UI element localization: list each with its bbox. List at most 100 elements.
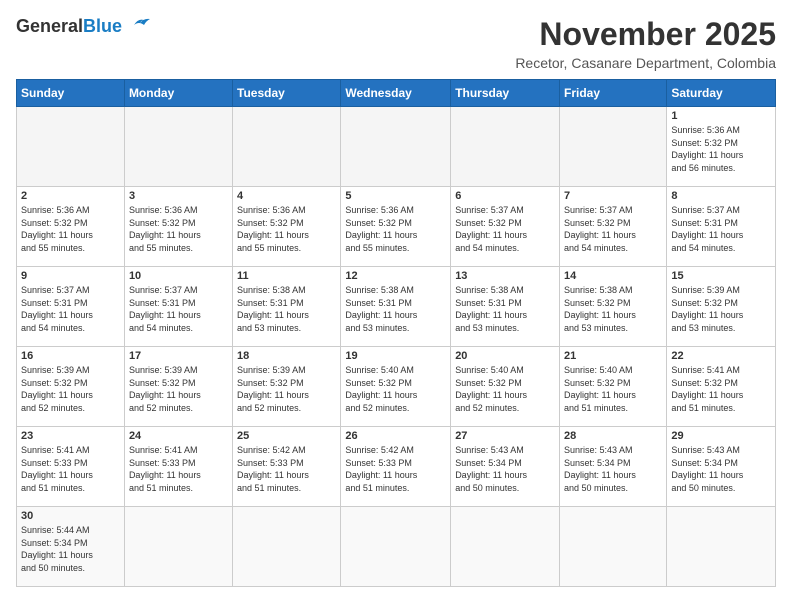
day-number: 28 [564, 430, 662, 442]
header: GeneralBlue November 2025 Recetor, Casan… [16, 16, 776, 71]
day-number: 3 [129, 190, 228, 202]
day-number: 4 [237, 190, 336, 202]
day-info: Sunrise: 5:38 AM Sunset: 5:32 PM Dayligh… [564, 284, 662, 334]
day-number: 30 [21, 510, 120, 522]
day-info: Sunrise: 5:43 AM Sunset: 5:34 PM Dayligh… [455, 444, 555, 494]
days-of-week-row: SundayMondayTuesdayWednesdayThursdayFrid… [17, 80, 776, 107]
calendar-cell: 15 Sunrise: 5:39 AM Sunset: 5:32 PM Dayli… [667, 267, 776, 347]
calendar-cell: 16Sunrise: 5:39 AM Sunset: 5:32 PM Dayli… [17, 347, 125, 427]
day-info: Sunrise: 5:36 AM Sunset: 5:32 PM Dayligh… [129, 204, 228, 254]
logo-bird-icon [124, 13, 154, 33]
calendar: SundayMondayTuesdayWednesdayThursdayFrid… [16, 79, 776, 587]
calendar-body: 1 Sunrise: 5:36 AM Sunset: 5:32 PM Daylig… [17, 107, 776, 587]
day-number: 17 [129, 350, 228, 362]
day-number: 19 [345, 350, 446, 362]
calendar-cell: 12 Sunrise: 5:38 AM Sunset: 5:31 PM Dayli… [341, 267, 451, 347]
logo-text: GeneralBlue [16, 16, 122, 37]
day-info: Sunrise: 5:40 AM Sunset: 5:32 PM Dayligh… [345, 364, 446, 414]
day-of-week-saturday: Saturday [667, 80, 776, 107]
day-number: 12 [345, 270, 446, 282]
calendar-cell: 8 Sunrise: 5:37 AM Sunset: 5:31 PM Daylig… [667, 187, 776, 267]
calendar-cell: 5Sunrise: 5:36 AM Sunset: 5:32 PM Daylig… [341, 187, 451, 267]
day-info: Sunrise: 5:38 AM Sunset: 5:31 PM Dayligh… [455, 284, 555, 334]
calendar-week-4: 16Sunrise: 5:39 AM Sunset: 5:32 PM Dayli… [17, 347, 776, 427]
logo: GeneralBlue [16, 16, 154, 37]
month-title: November 2025 [515, 16, 776, 53]
day-info: Sunrise: 5:37 AM Sunset: 5:31 PM Dayligh… [21, 284, 120, 334]
day-number: 20 [455, 350, 555, 362]
calendar-cell: 18Sunrise: 5:39 AM Sunset: 5:32 PM Dayli… [233, 347, 341, 427]
calendar-week-5: 23Sunrise: 5:41 AM Sunset: 5:33 PM Dayli… [17, 427, 776, 507]
calendar-cell: 2 Sunrise: 5:36 AM Sunset: 5:32 PM Daylig… [17, 187, 125, 267]
calendar-cell: 6Sunrise: 5:37 AM Sunset: 5:32 PM Daylig… [451, 187, 560, 267]
day-info: Sunrise: 5:38 AM Sunset: 5:31 PM Dayligh… [237, 284, 336, 334]
calendar-header: SundayMondayTuesdayWednesdayThursdayFrid… [17, 80, 776, 107]
day-of-week-sunday: Sunday [17, 80, 125, 107]
calendar-cell: 4Sunrise: 5:36 AM Sunset: 5:32 PM Daylig… [233, 187, 341, 267]
calendar-week-1: 1 Sunrise: 5:36 AM Sunset: 5:32 PM Daylig… [17, 107, 776, 187]
calendar-cell: 3 Sunrise: 5:36 AM Sunset: 5:32 PM Daylig… [124, 187, 232, 267]
calendar-cell: 30 Sunrise: 5:44 AM Sunset: 5:34 PM Dayli… [17, 507, 125, 587]
calendar-cell: 25 Sunrise: 5:42 AM Sunset: 5:33 PM Dayli… [233, 427, 341, 507]
day-info: Sunrise: 5:41 AM Sunset: 5:33 PM Dayligh… [21, 444, 120, 494]
day-info: Sunrise: 5:39 AM Sunset: 5:32 PM Dayligh… [21, 364, 120, 414]
calendar-cell [17, 107, 125, 187]
calendar-cell [560, 507, 667, 587]
day-info: Sunrise: 5:43 AM Sunset: 5:34 PM Dayligh… [671, 444, 771, 494]
calendar-cell: 19 Sunrise: 5:40 AM Sunset: 5:32 PM Dayli… [341, 347, 451, 427]
day-info: Sunrise: 5:36 AM Sunset: 5:32 PM Dayligh… [21, 204, 120, 254]
day-info: Sunrise: 5:42 AM Sunset: 5:33 PM Dayligh… [237, 444, 336, 494]
calendar-cell: 29 Sunrise: 5:43 AM Sunset: 5:34 PM Dayli… [667, 427, 776, 507]
calendar-cell: 20 Sunrise: 5:40 AM Sunset: 5:32 PM Dayli… [451, 347, 560, 427]
calendar-cell [124, 507, 232, 587]
day-info: Sunrise: 5:37 AM Sunset: 5:31 PM Dayligh… [671, 204, 771, 254]
day-number: 2 [21, 190, 120, 202]
calendar-week-2: 2 Sunrise: 5:36 AM Sunset: 5:32 PM Daylig… [17, 187, 776, 267]
day-info: Sunrise: 5:37 AM Sunset: 5:32 PM Dayligh… [564, 204, 662, 254]
day-number: 1 [671, 110, 771, 122]
day-number: 8 [671, 190, 771, 202]
calendar-cell [233, 107, 341, 187]
calendar-cell: 13Sunrise: 5:38 AM Sunset: 5:31 PM Dayli… [451, 267, 560, 347]
calendar-cell [560, 107, 667, 187]
calendar-cell: 1 Sunrise: 5:36 AM Sunset: 5:32 PM Daylig… [667, 107, 776, 187]
day-number: 7 [564, 190, 662, 202]
day-info: Sunrise: 5:37 AM Sunset: 5:31 PM Dayligh… [129, 284, 228, 334]
day-number: 27 [455, 430, 555, 442]
calendar-cell: 21Sunrise: 5:40 AM Sunset: 5:32 PM Dayli… [560, 347, 667, 427]
day-number: 22 [671, 350, 771, 362]
day-info: Sunrise: 5:44 AM Sunset: 5:34 PM Dayligh… [21, 524, 120, 574]
day-number: 14 [564, 270, 662, 282]
day-info: Sunrise: 5:36 AM Sunset: 5:32 PM Dayligh… [671, 124, 771, 174]
calendar-cell [233, 507, 341, 587]
calendar-cell: 22 Sunrise: 5:41 AM Sunset: 5:32 PM Dayli… [667, 347, 776, 427]
day-of-week-monday: Monday [124, 80, 232, 107]
day-info: Sunrise: 5:40 AM Sunset: 5:32 PM Dayligh… [455, 364, 555, 414]
day-number: 29 [671, 430, 771, 442]
calendar-cell [451, 107, 560, 187]
calendar-cell: 10 Sunrise: 5:37 AM Sunset: 5:31 PM Dayli… [124, 267, 232, 347]
title-area: November 2025 Recetor, Casanare Departme… [515, 16, 776, 71]
day-info: Sunrise: 5:43 AM Sunset: 5:34 PM Dayligh… [564, 444, 662, 494]
day-info: Sunrise: 5:39 AM Sunset: 5:32 PM Dayligh… [671, 284, 771, 334]
day-info: Sunrise: 5:37 AM Sunset: 5:32 PM Dayligh… [455, 204, 555, 254]
calendar-week-3: 9 Sunrise: 5:37 AM Sunset: 5:31 PM Daylig… [17, 267, 776, 347]
calendar-cell [667, 507, 776, 587]
day-info: Sunrise: 5:41 AM Sunset: 5:33 PM Dayligh… [129, 444, 228, 494]
day-info: Sunrise: 5:41 AM Sunset: 5:32 PM Dayligh… [671, 364, 771, 414]
calendar-cell: 23Sunrise: 5:41 AM Sunset: 5:33 PM Dayli… [17, 427, 125, 507]
calendar-cell [451, 507, 560, 587]
day-number: 10 [129, 270, 228, 282]
calendar-cell [341, 507, 451, 587]
calendar-cell: 17Sunrise: 5:39 AM Sunset: 5:32 PM Dayli… [124, 347, 232, 427]
day-number: 15 [671, 270, 771, 282]
day-number: 24 [129, 430, 228, 442]
day-of-week-wednesday: Wednesday [341, 80, 451, 107]
calendar-cell: 14 Sunrise: 5:38 AM Sunset: 5:32 PM Dayli… [560, 267, 667, 347]
day-number: 26 [345, 430, 446, 442]
day-info: Sunrise: 5:42 AM Sunset: 5:33 PM Dayligh… [345, 444, 446, 494]
day-number: 25 [237, 430, 336, 442]
calendar-cell: 27 Sunrise: 5:43 AM Sunset: 5:34 PM Dayli… [451, 427, 560, 507]
day-info: Sunrise: 5:38 AM Sunset: 5:31 PM Dayligh… [345, 284, 446, 334]
day-number: 9 [21, 270, 120, 282]
